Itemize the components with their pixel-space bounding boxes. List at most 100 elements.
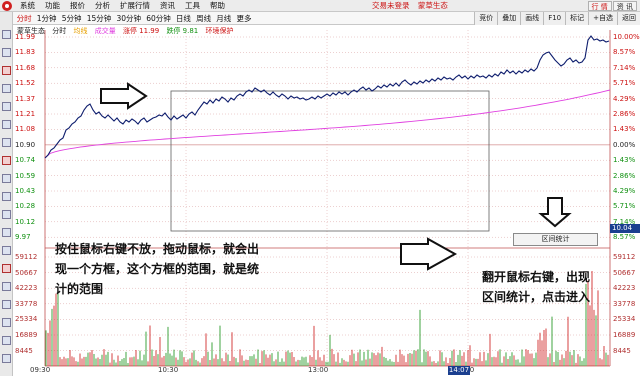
list-icon[interactable] [2, 48, 11, 57]
period-toolbar: 分时 1分钟 5分钟 15分钟 30分钟 60分钟 日线 周线 月线 更多 竞价… [0, 12, 640, 25]
range-stats-menu-item[interactable]: 区间统计 [513, 233, 598, 246]
grid-icon[interactable] [2, 84, 11, 93]
future-icon[interactable] [2, 246, 11, 255]
left-icon-strip [0, 12, 13, 376]
tab-more[interactable]: 更多 [234, 12, 254, 25]
chart-icon[interactable] [2, 66, 11, 75]
fund-icon[interactable] [2, 210, 11, 219]
tab-weekly[interactable]: 周线 [194, 12, 214, 25]
time-label-1300: 13:00 [308, 366, 329, 374]
auction-button[interactable]: 竞价 [474, 12, 498, 25]
annotation-left-line-3: 计的范围 [55, 282, 104, 296]
tab-5min[interactable]: 5分钟 [59, 12, 84, 25]
index-icon[interactable] [2, 192, 11, 201]
cursor-price-tag: 10.04 [610, 224, 640, 233]
price-tick-label: 10.12 [15, 217, 36, 226]
volume-tick-label: 33778 [15, 299, 38, 308]
mark-button[interactable]: 标记 [565, 12, 589, 25]
volume-tick-label: 8445 [15, 346, 33, 355]
price-tick-label: 9.97 [15, 233, 31, 242]
bond-icon[interactable] [2, 228, 11, 237]
volume-tick-label: 42223 [15, 284, 38, 293]
f10-button[interactable]: F10 [543, 12, 566, 25]
toolbar-right: 竞价 叠加 画线 F10 标记 +自选 返回 [474, 12, 640, 25]
price-tick-label: 10.74 [15, 156, 36, 165]
percent-tick-label: 1.43% [613, 156, 636, 165]
app-logo-icon [2, 0, 12, 11]
tab-daily[interactable]: 日线 [173, 12, 193, 25]
annotation-left-line-1: 按住鼠标右键不放，拖动鼠标，就会出 [55, 242, 260, 256]
percent-tick-label: 2.86% [613, 171, 636, 180]
volume-tick-label-right: 59112 [613, 253, 636, 261]
tab-15min[interactable]: 15分钟 [84, 12, 114, 25]
current-stock-label: 蒙草生态 [417, 1, 448, 10]
volume-tick-label-right: 33778 [613, 299, 636, 308]
volume-tick-label-right: 50667 [613, 268, 636, 277]
menu-tools[interactable]: 工具 [180, 0, 205, 12]
percent-tick-label: 0.00% [613, 140, 636, 149]
volume-tick-label-right: 16889 [613, 331, 636, 339]
percent-tick-label: 1.43% [613, 125, 636, 134]
volume-tick-label-right: 8445 [613, 346, 631, 355]
settings-icon[interactable] [2, 336, 11, 345]
overlay-button[interactable]: 叠加 [497, 12, 521, 25]
trade-status[interactable]: 交易未登录 [372, 1, 410, 10]
tab-30min[interactable]: 30分钟 [114, 12, 144, 25]
annotation-right-line-1: 翻开鼠标右键，出现 [482, 270, 591, 284]
annotation-right-line-2: 区间统计，点击进入 [482, 290, 591, 304]
price-tick-label: 10.43 [15, 187, 36, 195]
chart-grid [44, 30, 611, 367]
percent-tick-label: 4.29% [613, 94, 636, 103]
percent-tick-label: 2.86% [613, 110, 636, 118]
menu-function[interactable]: 功能 [40, 0, 65, 12]
menu-analysis[interactable]: 分析 [90, 0, 115, 12]
volume-tick-label-right: 42223 [613, 284, 636, 293]
arrow-right-icon-1 [100, 82, 148, 110]
back-button[interactable]: 返回 [617, 12, 640, 25]
help-icon[interactable] [2, 354, 11, 363]
menu-extended-market[interactable]: 扩展行情 [115, 0, 155, 12]
price-tick-label: 11.37 [15, 94, 36, 103]
draw-line-button[interactable]: 画线 [520, 12, 544, 25]
cursor-time-tag: 14:07 [448, 366, 470, 375]
volume-tick-label-right: 25334 [613, 315, 636, 324]
tab-1min[interactable]: 1分钟 [34, 12, 59, 25]
ranking-icon[interactable] [2, 102, 11, 111]
edit-icon[interactable] [2, 264, 11, 273]
percent-tick-label: 5.71% [613, 202, 636, 211]
tools-icon[interactable] [2, 318, 11, 327]
price-tick-label: 11.52 [15, 79, 36, 88]
volume-tick-label: 16889 [15, 331, 38, 339]
market-button[interactable]: 行 情 [587, 1, 612, 11]
add-watchlist-button[interactable]: +自选 [588, 12, 617, 25]
percent-tick-label: 8.57% [613, 233, 636, 242]
menu-help[interactable]: 帮助 [205, 0, 230, 12]
price-tick-label: 11.83 [15, 48, 36, 57]
tab-60min[interactable]: 60分钟 [144, 12, 174, 25]
price-tick-label: 11.21 [15, 110, 36, 118]
annotation-right: 翻开鼠标右键，出现 区间统计，点击进入 [482, 267, 612, 307]
time-label-1030: 10:30 [158, 366, 179, 374]
sector-icon[interactable] [2, 138, 11, 147]
intraday-chart[interactable] [13, 25, 640, 376]
price-tick-label: 10.28 [15, 202, 36, 211]
news-button[interactable]: 资 讯 [612, 1, 637, 11]
tab-monthly[interactable]: 月线 [214, 12, 234, 25]
price-tick-label: 10.59 [15, 171, 36, 180]
menu-quote[interactable]: 报价 [65, 0, 90, 12]
price-tick-label: 11.68 [15, 63, 36, 72]
alert-icon[interactable] [2, 282, 11, 291]
percent-tick-label: 7.14% [613, 63, 636, 72]
percent-tick-label: 8.57% [613, 48, 636, 57]
finance-icon[interactable] [2, 174, 11, 183]
price-tick-label: 10.90 [15, 140, 36, 149]
quote-icon[interactable] [2, 30, 11, 39]
tab-intraday[interactable]: 分时 [14, 12, 34, 25]
menu-system[interactable]: 系统 [15, 0, 40, 12]
kline-icon[interactable] [2, 156, 11, 165]
annotation-left: 按住鼠标右键不放，拖动鼠标，就会出 现一个方框，这个方框的范围，就是统 计的范围 [55, 239, 305, 299]
news-icon[interactable] [2, 120, 11, 129]
menu-news[interactable]: 资讯 [155, 0, 180, 12]
calc-icon[interactable] [2, 300, 11, 309]
percent-tick-label: 4.29% [613, 187, 636, 195]
